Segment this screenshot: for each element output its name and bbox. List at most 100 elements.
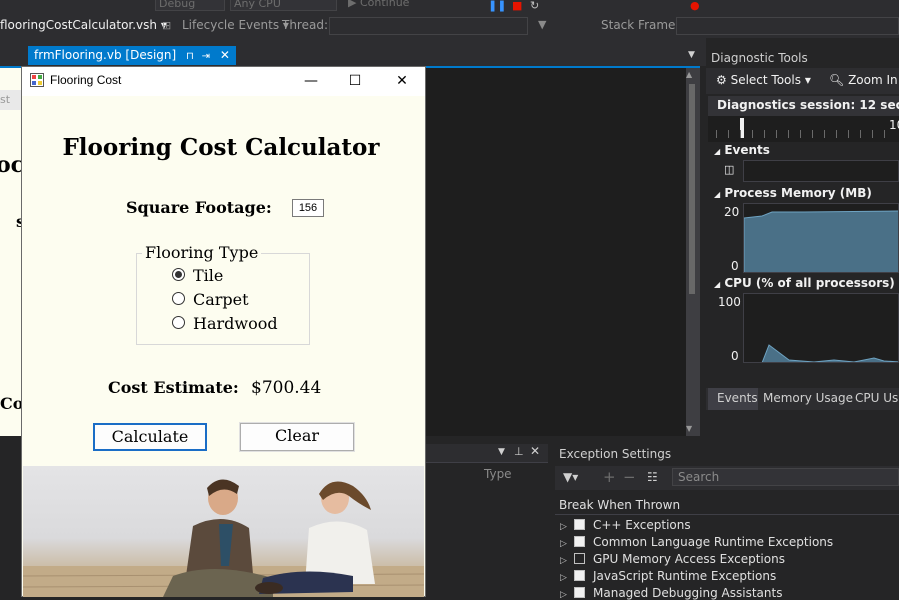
tab-label: frmFlooring.vb [Design]: [34, 48, 177, 62]
panel-pin-icon[interactable]: ⊥: [514, 445, 524, 458]
panel-divider: [426, 462, 548, 463]
checkbox-checked[interactable]: [574, 536, 585, 547]
close-icon[interactable]: ✕: [220, 48, 230, 62]
radio-unselected-icon[interactable]: [172, 292, 185, 305]
vs-debug-toolbar: flooringCostCalculator.vsh ▾ ⊞ Lifecycle…: [0, 14, 899, 38]
exception-label: C++ Exceptions: [593, 518, 691, 532]
project-dropdown[interactable]: flooringCostCalculator.vsh ▾: [0, 18, 167, 32]
select-tools-button[interactable]: ⚙ Select Tools ▾: [716, 73, 811, 87]
exception-item-mda[interactable]: ▷ Managed Debugging Assistants: [560, 586, 782, 600]
platform-dropdown[interactable]: Any CPU: [230, 0, 337, 11]
collapse-icon: ◢: [714, 147, 721, 156]
close-window-button[interactable]: ✕: [382, 70, 422, 92]
add-icon[interactable]: +: [603, 468, 616, 486]
events-section-header[interactable]: ◢ Events: [714, 143, 770, 157]
ruler-label: 10: [889, 118, 899, 132]
tab-overflow-icon[interactable]: ▼: [688, 50, 695, 60]
tab-memory-usage[interactable]: Memory Usage: [763, 391, 853, 405]
collapse-icon: ◢: [714, 280, 721, 289]
maximize-icon: ☐: [348, 73, 362, 89]
document-tab-strip: frmFlooring.vb [Design] ⊓ ⇥ ✕ ▼: [0, 38, 706, 66]
minimize-button[interactable]: —: [291, 70, 331, 92]
float-icon[interactable]: ⇥: [202, 51, 210, 62]
checkbox-checked[interactable]: [574, 587, 585, 598]
zoom-in-button[interactable]: 🔍︎ Zoom In: [829, 73, 898, 87]
memory-graph[interactable]: [743, 203, 899, 273]
maximize-button[interactable]: ☐: [335, 70, 375, 92]
cost-estimate-value: $700.44: [251, 378, 322, 398]
stack-frame-dropdown[interactable]: [676, 17, 899, 35]
scroll-up-icon[interactable]: ▲: [686, 70, 692, 79]
checkbox-checked[interactable]: [574, 519, 585, 530]
exception-label: Managed Debugging Assistants: [593, 586, 783, 600]
photo-illustration: [23, 479, 424, 597]
gear-icon: ⚙: [716, 73, 727, 87]
zoom-in-label: Zoom In: [848, 73, 898, 87]
calculate-button[interactable]: Calculate: [93, 423, 207, 451]
expand-icon[interactable]: ▷: [560, 539, 572, 549]
pause-icon[interactable]: ❚❚: [488, 0, 506, 12]
remove-icon[interactable]: −: [623, 468, 636, 486]
cpu-axis-max: 100: [718, 295, 741, 309]
square-footage-input[interactable]: 156: [292, 199, 324, 217]
checkbox-checked[interactable]: [574, 570, 585, 581]
radio-tile[interactable]: Tile: [172, 266, 223, 285]
expand-icon[interactable]: ▷: [560, 590, 572, 600]
memory-section-header[interactable]: ◢ Process Memory (MB): [714, 186, 872, 200]
stop-icon[interactable]: ■: [512, 0, 522, 12]
break-when-thrown-header: Break When Thrown: [559, 498, 681, 512]
radio-hardwood[interactable]: Hardwood: [172, 314, 278, 333]
app-icon: [30, 73, 44, 87]
scroll-down-icon[interactable]: ▼: [686, 424, 692, 433]
list-options-icon[interactable]: ☷: [647, 470, 658, 484]
exception-item-js[interactable]: ▷ JavaScript Runtime Exceptions: [560, 569, 776, 583]
couple-on-floor-photo: [23, 466, 424, 597]
cpu-graph[interactable]: [743, 293, 899, 363]
lifecycle-dropdown[interactable]: Lifecycle Events ▾: [182, 18, 289, 32]
radio-label: Carpet: [193, 290, 249, 309]
filter-icon[interactable]: ▼▾: [563, 470, 578, 484]
tab-cpu-usage[interactable]: CPU Usa: [855, 391, 899, 405]
radio-carpet[interactable]: Carpet: [172, 290, 249, 309]
memory-title: Process Memory (MB): [724, 186, 872, 200]
type-column-header[interactable]: Type: [484, 467, 512, 481]
magnifier-icon: 🔍︎: [829, 73, 845, 87]
radio-unselected-icon[interactable]: [172, 316, 185, 329]
collapse-icon: ◢: [714, 190, 721, 199]
cpu-section-header[interactable]: ◢ CPU (% of all processors): [714, 276, 895, 290]
expand-icon[interactable]: ▷: [560, 573, 572, 583]
exception-label: JavaScript Runtime Exceptions: [593, 569, 777, 583]
exception-item-gpu[interactable]: ▷ GPU Memory Access Exceptions: [560, 552, 785, 566]
exception-item-clr[interactable]: ▷ Common Language Runtime Exceptions: [560, 535, 833, 549]
tab-frmflooring-design[interactable]: frmFlooring.vb [Design] ⊓ ⇥ ✕: [28, 46, 236, 65]
exception-item-cpp[interactable]: ▷ C++ Exceptions: [560, 518, 691, 532]
diagnostic-toolbar: ⚙ Select Tools ▾ 🔍︎ Zoom In: [706, 68, 899, 94]
events-toggle-icon[interactable]: ◫: [724, 163, 734, 176]
thread-dropdown[interactable]: [329, 17, 528, 35]
continue-button[interactable]: ▶ Continue: [345, 0, 430, 11]
memory-usage-area: [744, 210, 898, 272]
checkbox-unchecked[interactable]: [574, 553, 585, 564]
diagnostic-tools-title: Diagnostic Tools: [711, 51, 808, 65]
events-track[interactable]: [743, 160, 899, 182]
pin-icon[interactable]: ⊓: [186, 51, 194, 62]
expand-icon[interactable]: ▷: [560, 556, 572, 566]
config-dropdown[interactable]: Debug: [155, 0, 225, 11]
session-bar: Diagnostics session: 12 seconds: [708, 96, 899, 116]
exception-search-input[interactable]: Search: [672, 468, 899, 486]
clear-button[interactable]: Clear: [239, 422, 355, 452]
panel-close-icon[interactable]: ✕: [530, 444, 540, 458]
bottom-panel-header: ▼ ⊥ ✕: [426, 444, 548, 462]
tab-events[interactable]: Events: [717, 391, 758, 405]
memory-axis-min: 0: [731, 259, 739, 273]
breakpoint-icon[interactable]: ●: [690, 0, 700, 12]
filter-icon[interactable]: ▼: [538, 19, 546, 31]
designer-scroll-thumb[interactable]: [689, 84, 695, 294]
restart-icon[interactable]: ↻: [530, 0, 539, 12]
expand-icon[interactable]: ▷: [560, 522, 572, 532]
project-value: flooringCostCalculator.vsh: [0, 18, 158, 32]
panel-dropdown-icon[interactable]: ▼: [498, 447, 505, 457]
design-form-titlebar-fragment: st: [0, 90, 22, 110]
timeline-ruler[interactable]: 10: [708, 116, 899, 142]
radio-selected-icon[interactable]: [172, 268, 185, 281]
